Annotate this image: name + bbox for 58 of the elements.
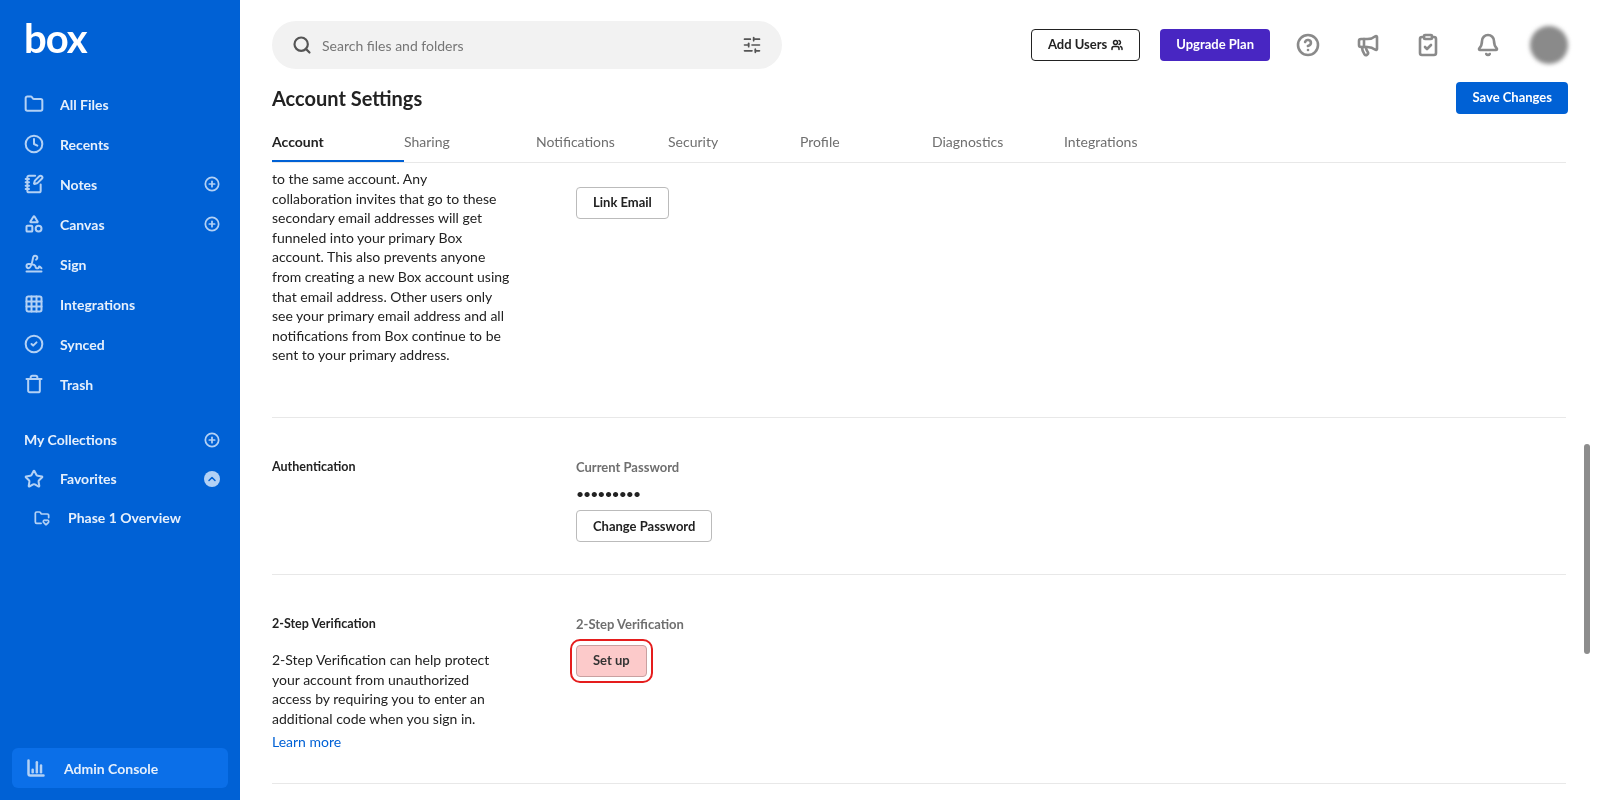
section-description: 2-Step Verification can help protect your account from unauthorized access by requiring you to enter an additional code when you sign in. (272, 650, 491, 729)
sidebar-item[interactable]: Recents (60, 133, 220, 155)
save-changes-button[interactable]: Save Changes (1456, 82, 1568, 114)
settings-tab[interactable]: Sharing (404, 122, 536, 162)
sidebar-item[interactable]: Trash (60, 373, 220, 395)
sidebar-item[interactable]: Phase 1 Overview (68, 507, 181, 528)
clipboard-check-icon[interactable] (1416, 33, 1440, 57)
page-title: Account Settings (272, 85, 424, 112)
upgrade-plan-button[interactable]: Upgrade Plan (1160, 29, 1270, 61)
sidebar-item[interactable]: Canvas (60, 213, 204, 235)
settings-tab[interactable]: Notifications (536, 122, 668, 162)
settings-tab[interactable]: Security (668, 122, 800, 162)
shapes-icon (24, 214, 44, 234)
bar-chart-icon (26, 758, 46, 778)
help-icon[interactable] (1296, 33, 1320, 57)
settings-tab[interactable]: Integrations (1064, 122, 1196, 162)
field-label: 2-Step Verification (576, 615, 684, 635)
check-circle-icon (24, 334, 44, 354)
settings-tab[interactable]: Diagnostics (932, 122, 1064, 162)
sidebar-item[interactable]: Synced (60, 333, 220, 355)
section-title: Authentication (272, 457, 357, 476)
section-title: 2-Step Verification (272, 615, 377, 634)
action-button[interactable]: Link Email (576, 187, 669, 219)
collapse-toggle[interactable] (204, 470, 220, 487)
notifications-icon[interactable] (1476, 33, 1500, 57)
sidebar-item[interactable]: Sign (60, 253, 220, 275)
sidebar-section-title[interactable]: My Collections (24, 429, 204, 450)
section-description: to the same account. Any collaboration invites that go to these secondary email addresses will get funneled into your primary Box account. This also prevents anyone from creating a new Box account using that email address. Other users only see your primary email address and all notifications from Box continue to be sent to your primary address. (272, 169, 510, 365)
sidebar-item[interactable]: Integrations (60, 293, 220, 315)
avatar[interactable] (1530, 26, 1568, 64)
add-users-button[interactable]: Add Users (1030, 29, 1141, 61)
add-icon[interactable] (204, 431, 220, 448)
add-icon[interactable] (204, 176, 220, 192)
password-value: ••••••••• (576, 484, 642, 505)
sidebar-item[interactable]: Favorites (60, 468, 204, 489)
admin-console-button[interactable]: Admin Console (12, 748, 228, 788)
search-icon (292, 35, 312, 55)
field-label: Current Password (576, 457, 681, 477)
sidebar-item[interactable]: Notes (60, 173, 204, 195)
signature-icon (24, 254, 44, 274)
star-icon (24, 468, 44, 489)
shared-folder-icon (34, 509, 50, 526)
clock-icon (24, 134, 44, 154)
notes-icon (24, 174, 44, 194)
folder-icon (24, 94, 44, 114)
settings-tab[interactable]: Profile (800, 122, 932, 162)
grid-icon (24, 294, 44, 314)
megaphone-icon[interactable] (1356, 33, 1380, 57)
filter-icon[interactable] (742, 35, 762, 55)
trash-icon (24, 374, 44, 394)
sidebar-item[interactable]: All Files (60, 93, 220, 115)
action-button[interactable]: Change Password (576, 510, 713, 543)
learn-more-link[interactable]: Learn more (272, 732, 342, 750)
add-icon[interactable] (204, 216, 220, 232)
users-icon (1111, 39, 1124, 51)
search-field[interactable]: Search files and folders (272, 21, 782, 69)
settings-tab[interactable]: Account (272, 122, 404, 162)
box-logo[interactable]: box (24, 14, 87, 62)
